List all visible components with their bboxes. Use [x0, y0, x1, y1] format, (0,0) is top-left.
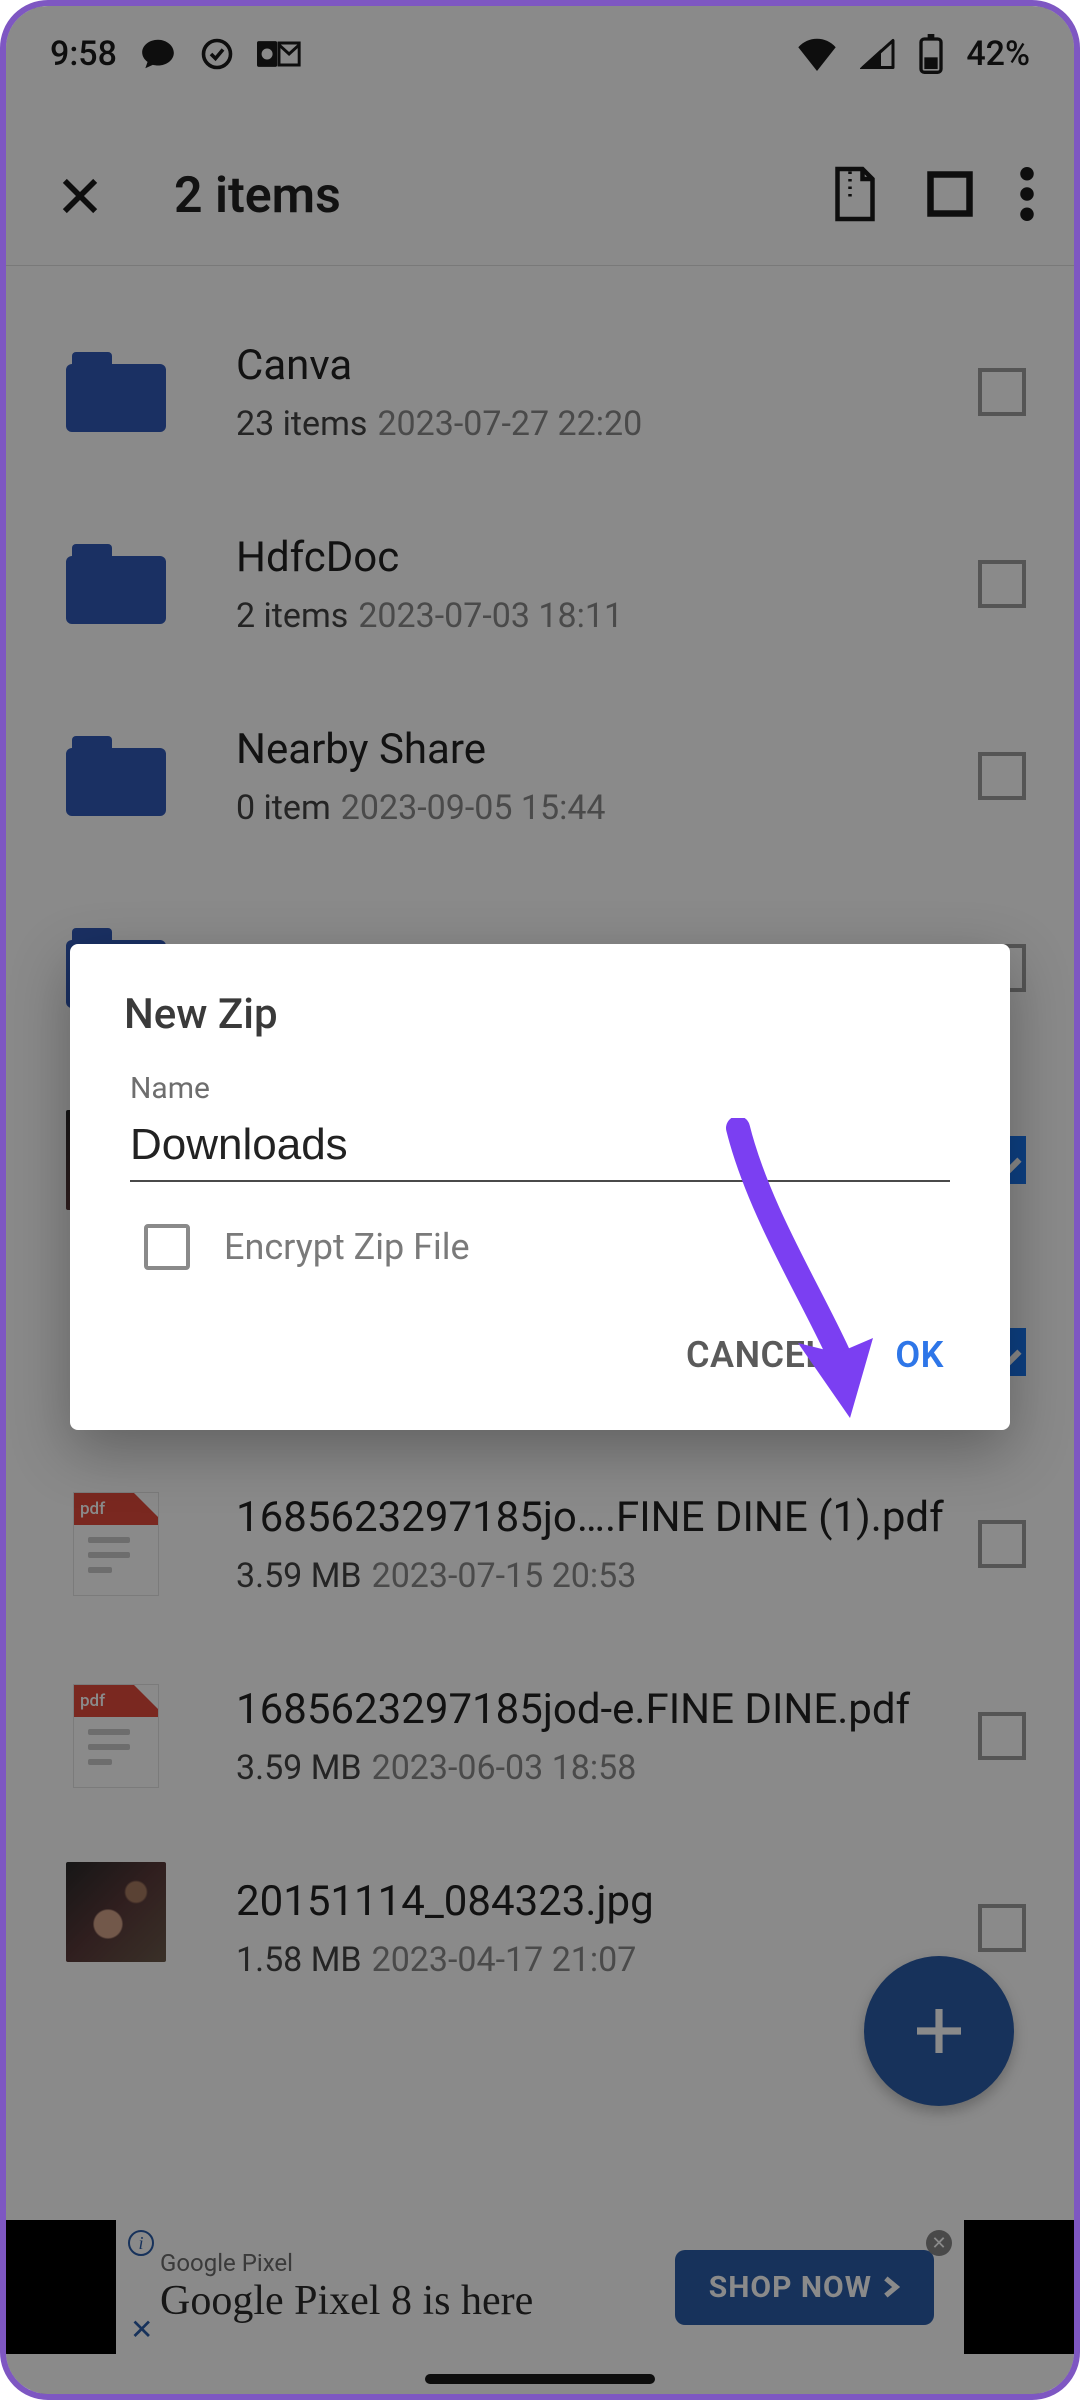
encrypt-label: Encrypt Zip File — [224, 1226, 470, 1268]
dialog-title: New Zip — [70, 990, 1010, 1039]
name-input[interactable] — [130, 1120, 950, 1170]
encrypt-checkbox[interactable] — [144, 1224, 190, 1270]
name-label: Name — [130, 1071, 950, 1106]
cancel-button[interactable]: CANCEL — [686, 1334, 825, 1376]
new-zip-dialog: New Zip Name Encrypt Zip File CANCEL OK — [70, 944, 1010, 1430]
ok-button[interactable]: OK — [895, 1334, 944, 1376]
